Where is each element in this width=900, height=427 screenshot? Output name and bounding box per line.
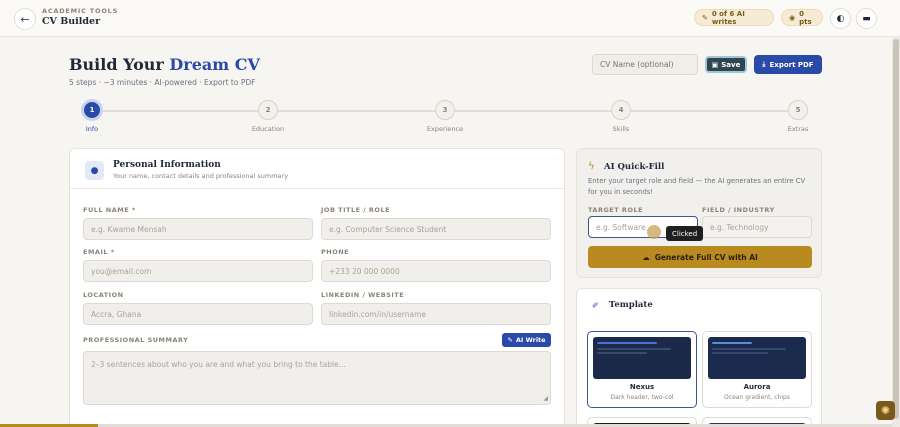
linkedin-label: LINKEDIN / WEBSITE bbox=[321, 291, 405, 299]
step-extras[interactable]: 5 Extras bbox=[768, 100, 828, 133]
full-name-label: FULL NAME * bbox=[83, 206, 136, 214]
ai-writes-count: 0 of 6 AI writes bbox=[711, 9, 745, 26]
coins-icon: ◉ bbox=[789, 13, 796, 22]
ai-write-button[interactable]: ✎ AI Write bbox=[502, 333, 551, 347]
thumb-bar bbox=[597, 342, 657, 344]
personal-info-subtitle: Your name, contact details and professio… bbox=[113, 172, 289, 180]
brush-icon: ✐ bbox=[592, 301, 599, 310]
full-name-input[interactable]: e.g. Kwame Mensah bbox=[83, 218, 313, 240]
scrollbar-thumb[interactable] bbox=[893, 39, 899, 419]
theme-button[interactable]: ◐ bbox=[830, 8, 851, 29]
pencil-icon: ✎ bbox=[507, 336, 513, 344]
page-scrollbar[interactable] bbox=[892, 37, 900, 427]
job-title-label: JOB TITLE / ROLE bbox=[321, 206, 391, 214]
thumb-bar bbox=[597, 352, 647, 354]
step-label: Extras bbox=[787, 125, 809, 133]
magic-wand-icon: ✎ bbox=[702, 13, 708, 22]
step-number: 4 bbox=[611, 100, 631, 120]
arrow-left-icon: ← bbox=[20, 12, 30, 26]
template-name: Nexus bbox=[629, 383, 655, 391]
thumb-bar bbox=[712, 352, 768, 354]
cloud-icon: ☁ bbox=[642, 252, 650, 262]
ai-writes-badge: ✎ 0 of 6 AI writes bbox=[694, 9, 774, 26]
top-bar: ← ACADEMIC TOOLS CV Builder ✎ 0 of 6 AI … bbox=[0, 0, 900, 37]
email-input[interactable]: you@email.com bbox=[83, 260, 313, 282]
template-description: Dark header, two-col bbox=[610, 394, 674, 401]
ai-write-label: AI Write bbox=[515, 336, 546, 344]
assistant-button[interactable]: ✺ bbox=[876, 401, 895, 420]
template-thumbnail bbox=[708, 337, 806, 379]
email-label: EMAIL * bbox=[83, 248, 115, 256]
page-meta: 5 steps · ~3 minutes · AI-powered · Expo… bbox=[69, 78, 256, 87]
page-title: Build Your Dream CV bbox=[69, 55, 260, 74]
phone-label: PHONE bbox=[321, 248, 350, 256]
ai-quick-fill-card: ϟ AI Quick-Fill Enter your target role a… bbox=[576, 148, 822, 278]
page-title-main: Build Your bbox=[69, 55, 170, 74]
summary-placeholder: 2–3 sentences about who you are and what… bbox=[91, 360, 346, 369]
generate-cv-button[interactable]: ☁ Generate Full CV with AI bbox=[588, 246, 812, 268]
summary-label: PROFESSIONAL SUMMARY bbox=[83, 336, 189, 344]
step-label: Experience bbox=[426, 125, 464, 133]
linkedin-input[interactable]: linkedin.com/in/username bbox=[321, 303, 551, 325]
location-label: LOCATION bbox=[83, 291, 124, 299]
step-education[interactable]: 2 Education bbox=[238, 100, 298, 133]
step-label: Education bbox=[251, 125, 285, 133]
user-icon: ● bbox=[85, 161, 104, 180]
step-skills[interactable]: 4 Skills bbox=[591, 100, 651, 133]
saved-cvs-button[interactable]: ▬ bbox=[856, 8, 877, 29]
step-number: 1 bbox=[81, 99, 103, 121]
location-input[interactable]: Accra, Ghana bbox=[83, 303, 313, 325]
template-thumbnail bbox=[593, 337, 691, 379]
cv-name-input[interactable] bbox=[592, 54, 698, 75]
field-industry-input[interactable]: e.g. Technology bbox=[702, 216, 812, 238]
thumb-bar bbox=[597, 348, 671, 350]
app-title: CV Builder bbox=[42, 16, 101, 27]
resize-grip-icon[interactable]: ◢ bbox=[543, 395, 548, 402]
step-info[interactable]: 1 Info bbox=[62, 99, 122, 133]
export-pdf-button[interactable]: ⤓ Export PDF bbox=[754, 55, 822, 74]
palette-icon: ◐ bbox=[836, 13, 845, 24]
save-label: Save bbox=[721, 60, 741, 69]
download-icon: ⤓ bbox=[762, 60, 766, 68]
field-industry-label: FIELD / INDUSTRY bbox=[702, 206, 775, 214]
page-title-accent: Dream CV bbox=[169, 55, 260, 74]
target-role-label: TARGET ROLE bbox=[588, 206, 644, 214]
save-button[interactable]: ▣ Save bbox=[705, 56, 747, 73]
click-indicator bbox=[647, 225, 661, 239]
sparkle-icon: ✺ bbox=[880, 404, 891, 417]
personal-info-header: ● Personal Information Your name, contac… bbox=[70, 149, 564, 189]
step-number: 3 bbox=[435, 100, 455, 120]
step-experience[interactable]: 3 Experience bbox=[415, 100, 475, 133]
folder-icon: ▬ bbox=[862, 13, 871, 24]
thumb-bar bbox=[712, 342, 752, 344]
thumb-bar bbox=[712, 348, 786, 350]
template-card: ✐ Template Nexus Dark header, two-col Au… bbox=[576, 288, 822, 427]
step-label: Skills bbox=[612, 125, 630, 133]
back-button[interactable]: ← bbox=[14, 8, 36, 30]
template-name: Aurora bbox=[743, 383, 771, 391]
template-title: Template bbox=[609, 300, 653, 310]
section-label: ACADEMIC TOOLS bbox=[42, 7, 119, 15]
generate-label: Generate Full CV with AI bbox=[654, 252, 758, 262]
lightning-icon: ϟ bbox=[588, 161, 595, 172]
clicked-tooltip: Clicked bbox=[666, 226, 704, 241]
template-description: Ocean gradient, chips bbox=[724, 394, 790, 401]
job-title-input[interactable]: e.g. Computer Science Student bbox=[321, 218, 551, 240]
personal-info-title: Personal Information bbox=[113, 160, 221, 170]
quick-fill-description: Enter your target role and field — the A… bbox=[588, 177, 806, 196]
template-option-aurora[interactable]: Aurora Ocean gradient, chips bbox=[702, 331, 812, 408]
quick-fill-title: AI Quick-Fill bbox=[604, 162, 665, 172]
step-number: 2 bbox=[258, 100, 278, 120]
step-number: 5 bbox=[788, 100, 808, 120]
step-label: Info bbox=[85, 125, 99, 133]
floppy-icon: ▣ bbox=[711, 60, 719, 69]
export-label: Export PDF bbox=[769, 60, 814, 69]
personal-info-card: ● Personal Information Your name, contac… bbox=[69, 148, 565, 427]
template-option-nexus[interactable]: Nexus Dark header, two-col bbox=[587, 331, 697, 408]
phone-input[interactable]: +233 20 000 0000 bbox=[321, 260, 551, 282]
points-badge: ◉ 0 pts bbox=[781, 9, 823, 26]
points-count: 0 pts bbox=[799, 9, 812, 26]
summary-textarea[interactable]: 2–3 sentences about who you are and what… bbox=[83, 351, 551, 405]
